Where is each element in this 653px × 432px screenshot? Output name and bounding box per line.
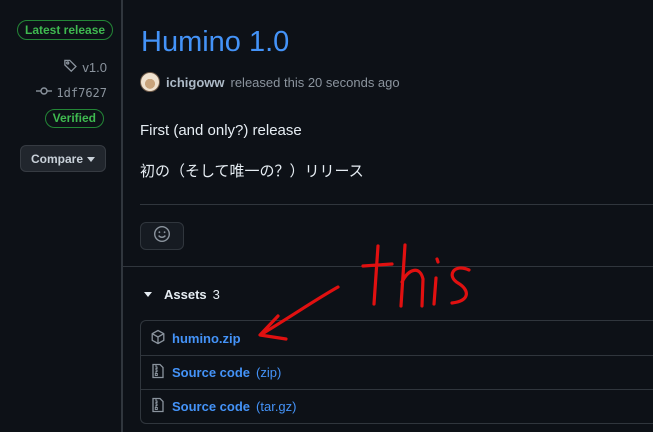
file-zip-icon: [150, 397, 166, 416]
released-time: released this 20 seconds ago: [230, 74, 400, 90]
package-icon: [150, 329, 166, 348]
asset-name[interactable]: humino.zip: [172, 331, 241, 346]
asset-row-humino-zip[interactable]: humino.zip: [141, 321, 653, 355]
tag-icon: [63, 58, 78, 76]
assets-list: humino.zip Source code (zip) Source code…: [140, 320, 653, 424]
smiley-icon: [153, 225, 171, 248]
verified-badge[interactable]: Verified: [44, 109, 104, 128]
latest-release-badge: Latest release: [17, 20, 114, 40]
commit-icon: [36, 84, 53, 101]
divider: [140, 204, 653, 205]
asset-format[interactable]: (zip): [256, 365, 281, 380]
assets-label: Assets: [164, 287, 207, 302]
compare-label: Compare: [30, 151, 83, 166]
commit-link[interactable]: 1df7627: [36, 84, 107, 101]
release-sidebar: Latest release v1.0 1df7627 Verified Com…: [0, 0, 121, 432]
file-zip-icon: [150, 363, 166, 382]
asset-row-source-zip[interactable]: Source code (zip): [141, 355, 653, 389]
asset-format[interactable]: (tar.gz): [256, 399, 296, 414]
divider: [121, 266, 653, 267]
release-title[interactable]: Humino 1.0: [141, 26, 289, 59]
release-notes-line-1: First (and only?) release: [140, 122, 302, 139]
author-name[interactable]: ichigoww: [166, 75, 225, 90]
assets-count: 3: [212, 287, 220, 302]
asset-row-source-targz[interactable]: Source code (tar.gz): [141, 389, 653, 423]
tag-link[interactable]: v1.0: [63, 58, 107, 76]
avatar[interactable]: [140, 72, 160, 92]
asset-name[interactable]: Source code: [172, 399, 250, 414]
compare-button[interactable]: Compare: [20, 145, 106, 172]
timeline-divider: [121, 0, 123, 432]
release-notes-line-2: 初の（そして唯一の？）リリース: [140, 163, 364, 180]
asset-name[interactable]: Source code: [172, 365, 250, 380]
commit-sha: 1df7627: [56, 85, 107, 100]
tag-name: v1.0: [82, 59, 107, 75]
triangle-down-icon: [144, 292, 152, 297]
chevron-down-icon: [87, 156, 95, 162]
release-author-line: ichigoww released this 20 seconds ago: [140, 72, 400, 92]
annotation-text-this: [361, 243, 471, 308]
add-reaction-button[interactable]: [140, 222, 184, 250]
assets-toggle[interactable]: Assets 3: [144, 287, 220, 302]
